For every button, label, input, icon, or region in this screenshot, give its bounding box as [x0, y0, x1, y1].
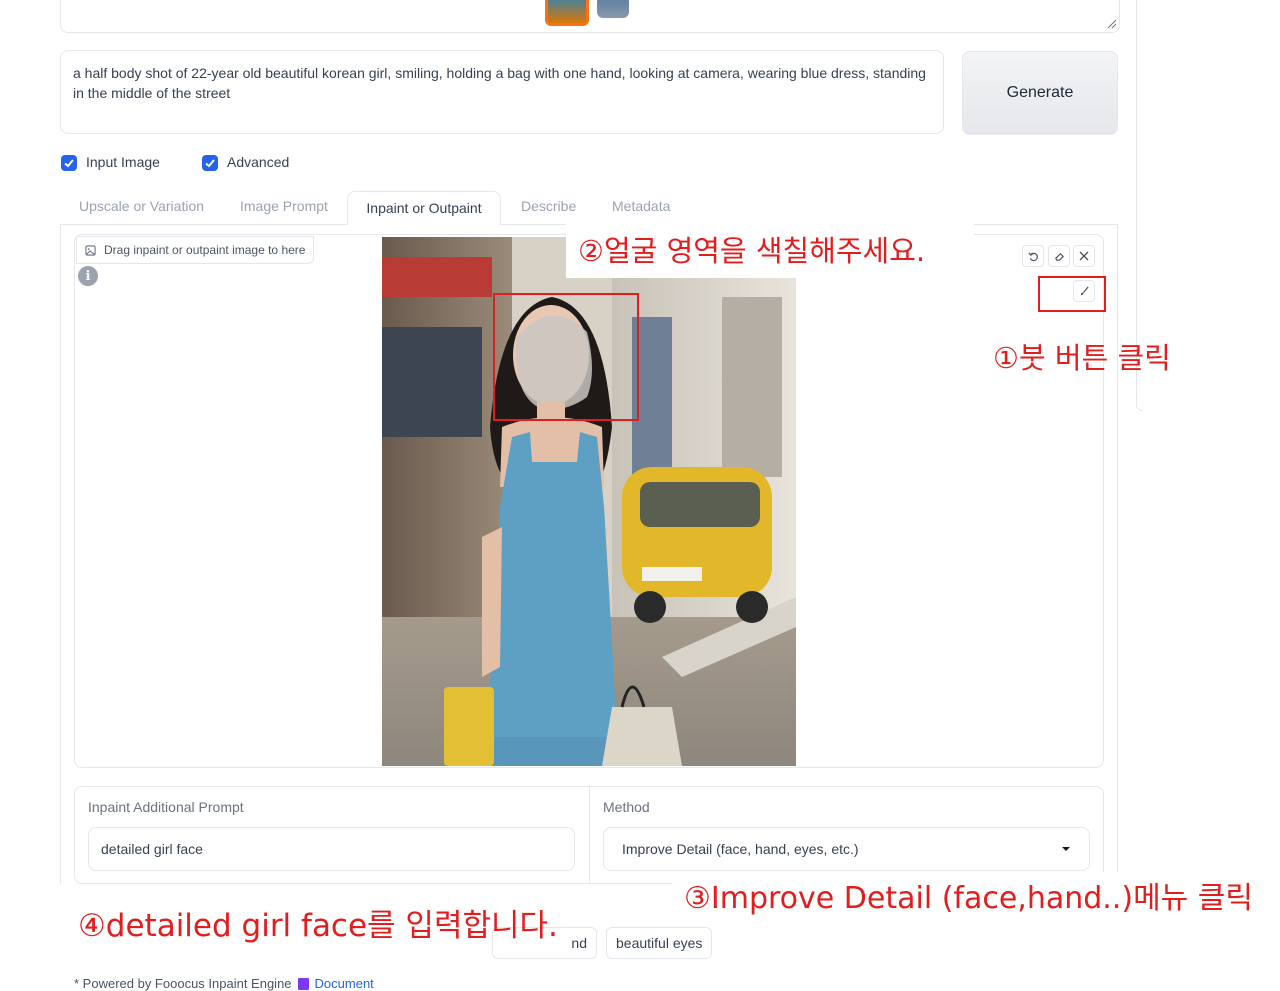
chevron-down-icon [1062, 847, 1070, 851]
check-icon [205, 159, 215, 168]
annotation-step1: ①붓 버튼 클릭 [993, 341, 1171, 375]
annotation-step4: ④detailed girl face를 입력합니다. [70, 896, 558, 960]
method-select[interactable]: Improve Detail (face, hand, eyes, etc.) [603, 827, 1090, 871]
footer: * Powered by Fooocus Inpaint Engine Docu… [74, 976, 374, 991]
undo-button[interactable] [1022, 245, 1044, 267]
example-chip[interactable]: beautiful eyes [606, 927, 713, 959]
annotation-box-face [493, 293, 639, 421]
tab-describe[interactable]: Describe [521, 198, 576, 214]
gallery-thumbnail-selected[interactable] [545, 0, 589, 26]
image-drop-text: Drag inpaint or outpaint image to here [104, 243, 306, 257]
gallery-thumbnail[interactable] [597, 0, 629, 18]
gallery-panel [60, 0, 1120, 33]
eraser-icon [1054, 252, 1064, 261]
tab-metadata[interactable]: Metadata [612, 198, 670, 214]
input-image-checkbox[interactable] [61, 155, 77, 171]
image-drop-label: Drag inpaint or outpaint image to here [76, 236, 315, 264]
close-icon [1079, 251, 1089, 261]
tab-upscale-or-variation[interactable]: Upscale or Variation [79, 198, 204, 214]
method-select-value: Improve Detail (face, hand, eyes, etc.) [622, 841, 859, 857]
clear-button[interactable] [1073, 245, 1095, 267]
document-link[interactable]: Document [315, 976, 374, 991]
generate-button[interactable]: Generate [962, 51, 1118, 135]
inpaint-additional-prompt-label: Inpaint Additional Prompt [88, 799, 244, 815]
info-icon[interactable]: i [78, 266, 98, 286]
undo-icon [1027, 251, 1038, 261]
advanced-checkbox[interactable] [202, 155, 218, 171]
tab-image-prompt[interactable]: Image Prompt [240, 198, 328, 214]
inpaint-additional-prompt-input[interactable]: detailed girl face [88, 827, 575, 871]
method-label: Method [603, 799, 650, 815]
check-icon [64, 159, 74, 168]
image-icon [85, 244, 96, 256]
form-divider [589, 787, 590, 883]
annotation-step3: ③Improve Detail (face,hand..)메뉴 클릭 [672, 872, 1280, 926]
input-image-label: Input Image [86, 154, 160, 170]
footer-text: * Powered by Fooocus Inpaint Engine [74, 976, 292, 991]
annotation-box-brush [1038, 276, 1106, 312]
eraser-button[interactable] [1048, 245, 1070, 267]
resize-grip-icon[interactable] [1106, 18, 1116, 28]
advanced-label: Advanced [227, 154, 290, 170]
prompt-textarea[interactable]: a half body shot of 22-year old beautifu… [60, 50, 944, 134]
annotation-step2: ②얼굴 영역을 색칠해주세요. [566, 224, 974, 278]
tab-inpaint-or-outpaint[interactable]: Inpaint or Outpaint [347, 191, 501, 225]
